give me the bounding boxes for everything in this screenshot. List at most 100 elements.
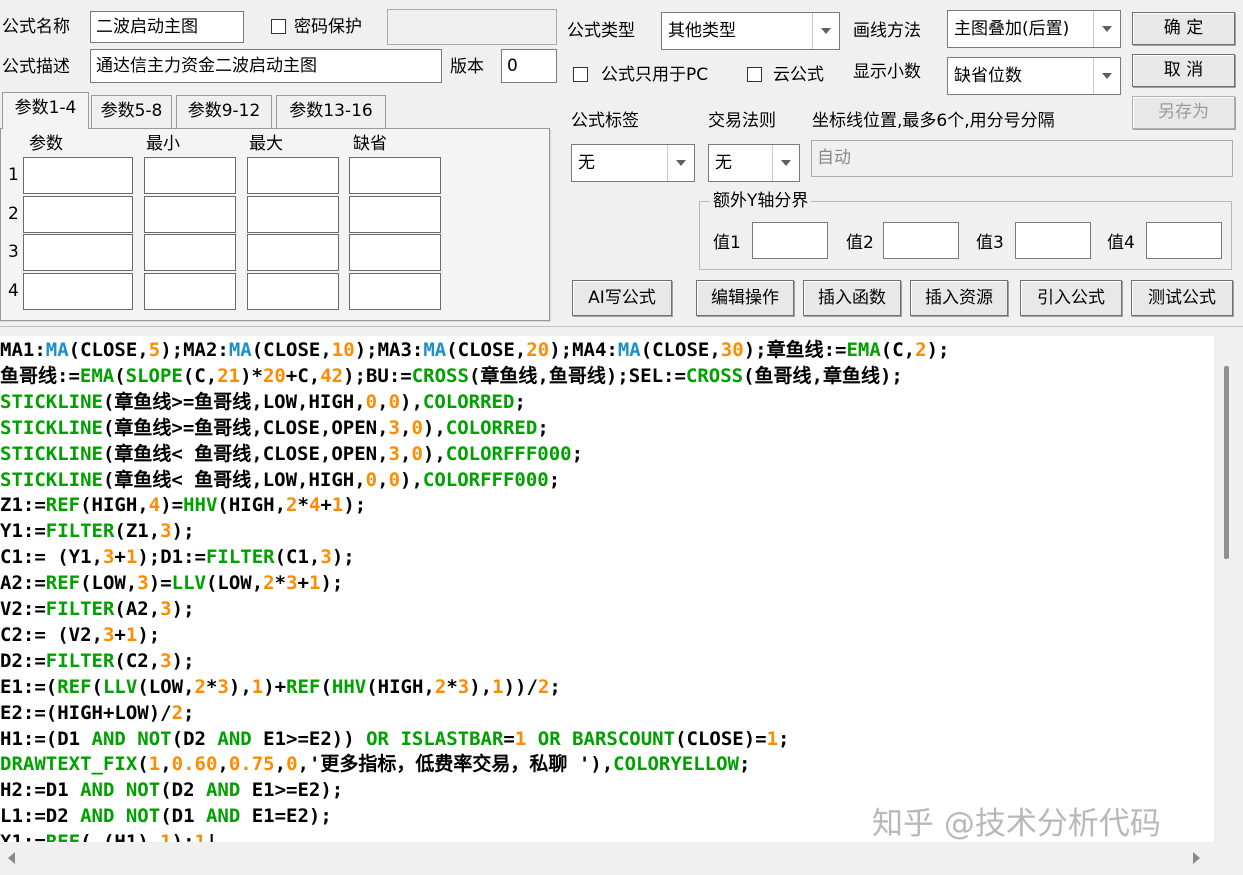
param-2-name[interactable]	[23, 196, 133, 233]
ai-write-button[interactable]: AI写公式	[572, 280, 672, 316]
value-1-input[interactable]	[752, 222, 828, 259]
code-line: X1:=REF( (H1),1);1|	[0, 829, 217, 842]
value-2-input[interactable]	[883, 222, 959, 259]
params-panel: 参数 最小 最大 缺省 1 2 3 4	[0, 128, 550, 321]
code-token: REF	[57, 675, 92, 698]
value-4-input[interactable]	[1146, 222, 1222, 259]
draw-method-label: 画线方法	[853, 21, 921, 41]
code-token: ),	[422, 416, 446, 439]
param-header-min: 最小	[146, 134, 180, 154]
param-4-name[interactable]	[23, 273, 133, 310]
param-1-max[interactable]	[247, 157, 339, 194]
tab-params-1-4[interactable]: 参数1-4	[2, 92, 89, 129]
password-checkbox[interactable]	[271, 19, 286, 34]
pc-only-checkbox[interactable]	[573, 67, 588, 82]
code-token: COLORRED	[445, 416, 538, 439]
param-4-min[interactable]	[144, 273, 236, 310]
code-token: 2	[171, 701, 184, 724]
scroll-left-arrow-icon[interactable]	[8, 852, 15, 864]
code-token: OR	[537, 727, 561, 750]
code-token: MA1:	[0, 339, 46, 361]
chevron-down-icon[interactable]	[772, 145, 799, 181]
value-3-input[interactable]	[1015, 222, 1091, 259]
param-2-max[interactable]	[247, 196, 339, 233]
cancel-button[interactable]: 取 消	[1132, 54, 1235, 87]
scroll-right-arrow-icon[interactable]	[1193, 852, 1200, 864]
code-token: H1:=(D1	[0, 727, 92, 750]
code-token: (HIGH,	[80, 494, 149, 517]
chevron-down-icon[interactable]	[667, 145, 694, 181]
code-token: MA	[617, 339, 641, 361]
horizontal-scrollbar[interactable]	[0, 842, 1214, 875]
edit-ops-button[interactable]: 编辑操作	[696, 280, 794, 316]
code-token: REF	[286, 675, 321, 698]
chevron-down-icon[interactable]	[1093, 58, 1120, 94]
insert-resource-button[interactable]: 插入资源	[910, 280, 1008, 316]
param-1-default[interactable]	[349, 157, 441, 194]
formula-tag-select[interactable]: 无	[571, 144, 695, 182]
ok-button[interactable]: 确 定	[1132, 12, 1235, 45]
code-token: 5	[148, 339, 161, 361]
formula-name-label: 公式名称	[2, 17, 70, 37]
code-token: ,	[217, 753, 229, 776]
param-4-default[interactable]	[349, 273, 441, 310]
param-3-name[interactable]	[23, 234, 133, 271]
code-token: )*	[240, 364, 263, 387]
decimals-select[interactable]: 缺省位数	[947, 57, 1121, 95]
code-token: +	[297, 572, 309, 595]
code-line: Y1:=FILTER(Z1,3);	[0, 518, 195, 544]
chevron-down-icon[interactable]	[812, 13, 839, 49]
param-4-max[interactable]	[247, 273, 339, 310]
code-token: HHV	[183, 494, 218, 517]
param-1-min[interactable]	[144, 157, 236, 194]
code-line: STICKLINE(章鱼线>=鱼哥线,CLOSE,OPEN,3,0),COLOR…	[0, 415, 549, 441]
cloud-checkbox[interactable]	[747, 67, 762, 82]
param-2-min[interactable]	[144, 196, 236, 233]
scrollbar-thumb[interactable]	[1224, 366, 1229, 559]
import-formula-button[interactable]: 引入公式	[1020, 280, 1122, 316]
decimals-label: 显示小数	[853, 62, 921, 82]
draw-method-select[interactable]: 主图叠加(后置)	[947, 10, 1121, 48]
code-token: );MA3:	[354, 339, 424, 361]
tab-params-9-12[interactable]: 参数9-12	[176, 95, 272, 128]
formula-name-input[interactable]: 二波启动主图	[90, 11, 244, 43]
formula-desc-input[interactable]: 通达信主力资金二波启动主图	[90, 49, 442, 83]
param-2-default[interactable]	[349, 196, 441, 233]
code-token: );MA4:	[549, 339, 618, 361]
code-token: 1	[308, 572, 321, 595]
code-token: 0	[411, 416, 423, 439]
vertical-scrollbar[interactable]	[1214, 336, 1243, 842]
code-token: 2	[915, 339, 927, 361]
param-3-default[interactable]	[349, 234, 441, 271]
code-editor[interactable]: MA1:MA(CLOSE,5);MA2:MA(CLOSE,10);MA3:MA(…	[0, 336, 1214, 842]
version-input[interactable]: 0	[501, 49, 557, 83]
code-token: (C,	[880, 339, 916, 361]
scrollbar-corner	[1214, 842, 1243, 875]
chevron-down-icon[interactable]	[1093, 11, 1120, 47]
formula-type-select[interactable]: 其他类型	[661, 12, 840, 50]
test-formula-button[interactable]: 测试公式	[1131, 280, 1233, 316]
tab-params-5-8[interactable]: 参数5-8	[91, 95, 172, 128]
code-token: 42	[320, 364, 344, 387]
param-1-name[interactable]	[23, 157, 133, 194]
axis-position-input[interactable]: 自动	[811, 140, 1233, 177]
code-line: STICKLINE(章鱼线< 鱼哥线,CLOSE,OPEN,3,0),COLOR…	[0, 441, 583, 467]
code-token: ;	[549, 675, 561, 698]
code-token: ;	[778, 727, 790, 750]
param-3-min[interactable]	[144, 234, 236, 271]
code-token: H2:=D1	[0, 779, 81, 802]
param-3-max[interactable]	[247, 234, 339, 271]
cloud-label: 云公式	[773, 65, 824, 85]
save-as-button[interactable]: 另存为	[1132, 96, 1235, 129]
code-token: AND	[205, 805, 241, 828]
code-token: ,	[274, 753, 287, 776]
code-token: 2	[537, 675, 550, 698]
tab-params-13-16[interactable]: 参数13-16	[276, 95, 386, 128]
code-token: ,	[400, 416, 412, 439]
code-token: LLV	[102, 675, 138, 698]
trade-rule-select[interactable]: 无	[708, 144, 800, 182]
param-row-1-label: 1	[8, 165, 19, 185]
code-token: 20	[526, 339, 550, 361]
insert-function-button[interactable]: 插入函数	[803, 280, 901, 316]
